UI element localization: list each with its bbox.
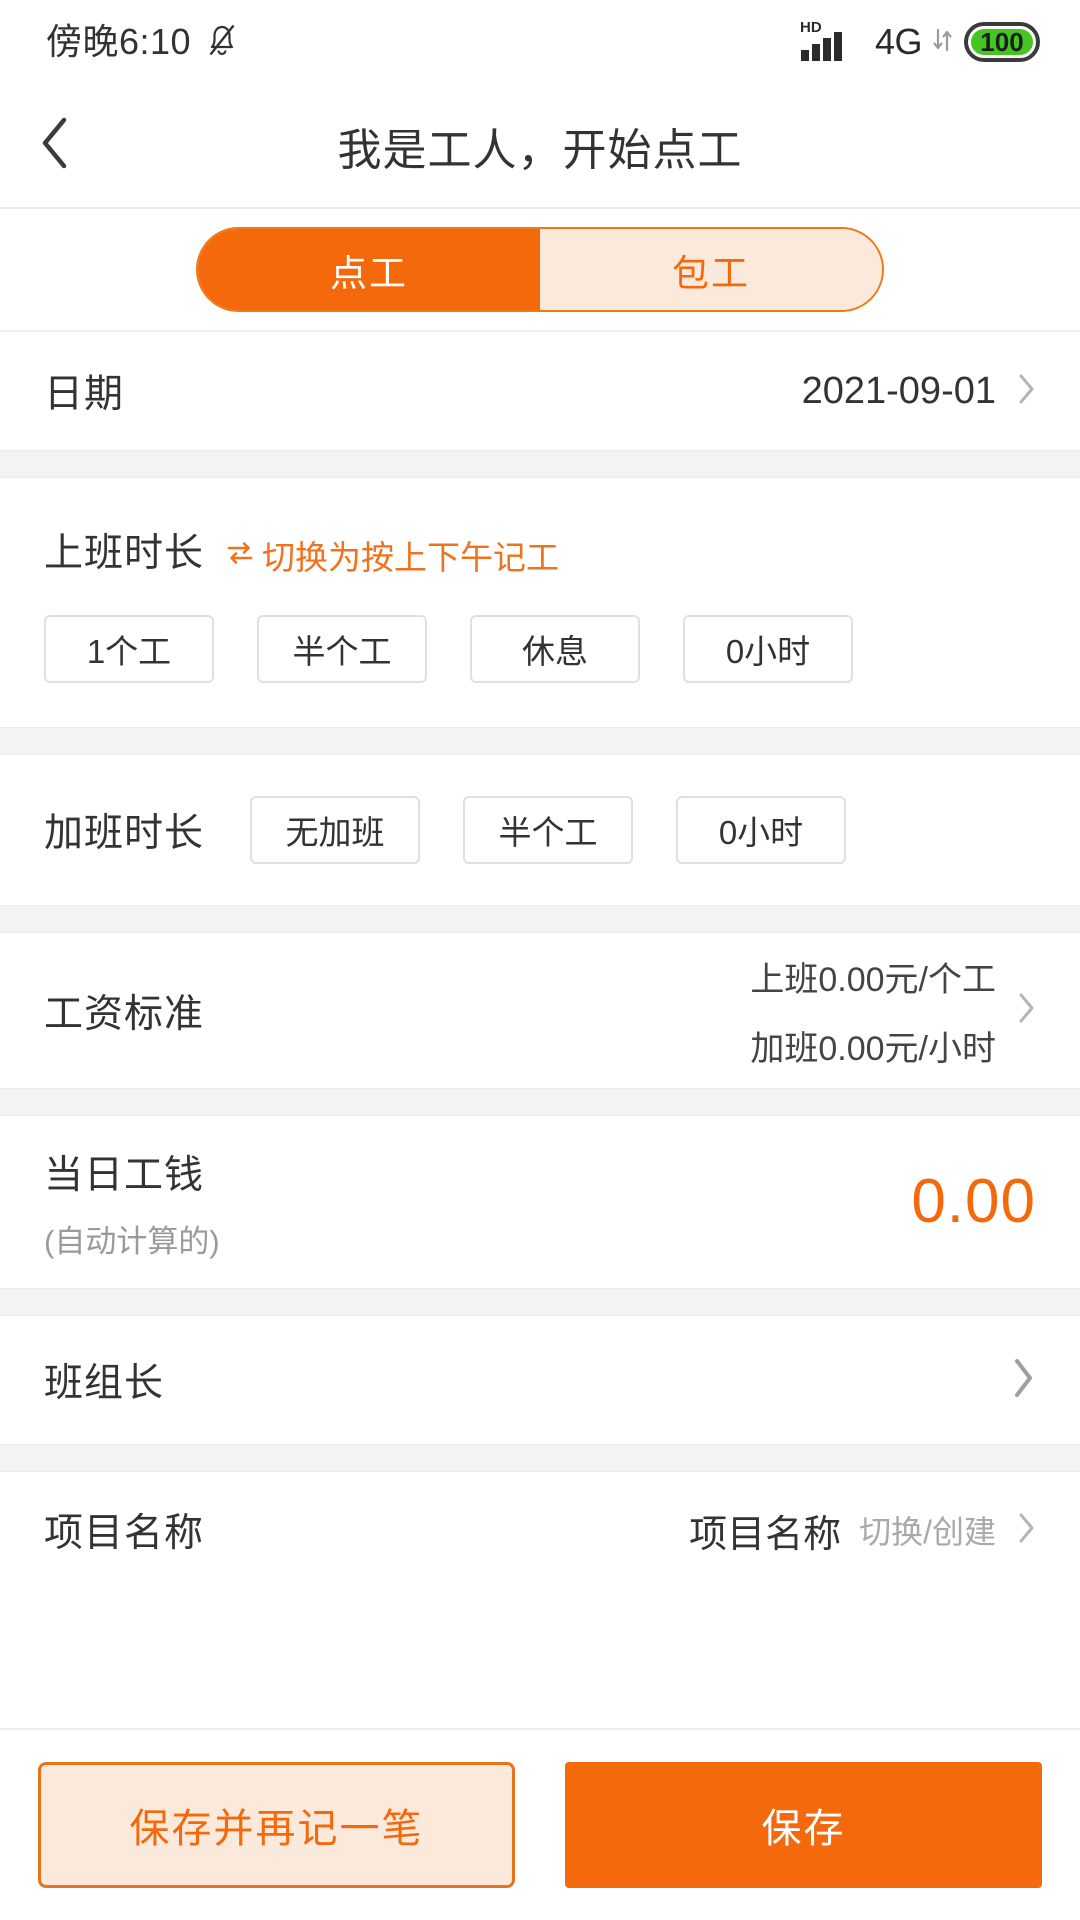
switch-to-halfday-link[interactable]: 切换为按上下午记工	[226, 531, 559, 579]
overtime-section: 加班时长 无加班 半个工 0小时	[0, 755, 1080, 905]
bottom-action-bar: 保存并再记一笔 保存	[0, 1728, 1080, 1920]
wage-overtime-value: 加班0.00元/小时	[750, 1029, 996, 1068]
wage-standard-row[interactable]: 工资标准 上班0.00元/个工 加班0.00元/小时	[0, 933, 1080, 1088]
chevron-right-icon	[1012, 1357, 1036, 1404]
work-hours-label: 上班时长	[44, 532, 205, 575]
tab-diangong[interactable]: 点工	[198, 229, 540, 310]
section-divider	[0, 1288, 1080, 1316]
section-divider	[0, 727, 1080, 755]
overtime-label: 加班时长	[44, 812, 205, 855]
status-bar-left: 傍晚6:10	[46, 22, 239, 63]
overtime-option-hours[interactable]: 0小时	[676, 796, 847, 864]
save-button[interactable]: 保存	[565, 1762, 1042, 1888]
work-option-full-day[interactable]: 1个工	[44, 615, 214, 683]
status-bar: 傍晚6:10 HD 4G 100	[0, 0, 1080, 84]
svg-text:HD: HD	[800, 19, 822, 36]
wage-regular-value: 上班0.00元/个工	[750, 960, 996, 999]
network-type-label: 4G	[874, 21, 923, 62]
chevron-left-icon	[38, 115, 72, 176]
project-name-row[interactable]: 项目名称 项目名称 切换/创建	[0, 1472, 1080, 1588]
daily-wage-labels: 当日工钱 (自动计算的)	[44, 1144, 220, 1261]
work-option-half-day[interactable]: 半个工	[257, 615, 427, 683]
nav-bar: 我是工人，开始点工	[0, 84, 1080, 209]
foreman-label: 班组长	[44, 1362, 165, 1405]
daily-wage-row: 当日工钱 (自动计算的) 0.00	[0, 1116, 1080, 1288]
work-option-rest[interactable]: 休息	[470, 615, 640, 683]
date-label: 日期	[44, 373, 125, 416]
bell-mute-icon	[205, 22, 239, 63]
battery-level-label: 100	[980, 27, 1024, 57]
wage-standard-values: 上班0.00元/个工 加班0.00元/小时	[750, 952, 996, 1070]
tab-baogong[interactable]: 包工	[540, 229, 882, 310]
work-type-tabs: 点工 包工	[0, 209, 1080, 332]
status-bar-right: HD 4G 100	[800, 17, 1040, 68]
date-value: 2021-09-01	[801, 369, 996, 412]
battery-indicator: 100	[964, 22, 1040, 62]
wage-standard-label: 工资标准	[44, 992, 205, 1036]
project-name-label: 项目名称	[44, 1512, 205, 1555]
work-hours-header: 上班时长 切换为按上下午记工	[44, 478, 1036, 579]
section-divider	[0, 905, 1080, 933]
chevron-right-icon	[1018, 992, 1036, 1029]
chevron-right-icon	[1018, 1512, 1036, 1549]
work-hours-section: 上班时长 切换为按上下午记工 1个工 半个工 休息 0小时	[0, 478, 1080, 727]
hd-signal-icon: HD	[800, 17, 866, 68]
save-and-add-another-button[interactable]: 保存并再记一笔	[38, 1762, 515, 1888]
daily-wage-amount: 0.00	[911, 1167, 1036, 1236]
daily-wage-label: 当日工钱	[44, 1153, 205, 1197]
chevron-right-icon	[1018, 373, 1036, 410]
overtime-option-none[interactable]: 无加班	[250, 796, 421, 864]
overtime-option-half-day[interactable]: 半个工	[463, 796, 634, 864]
data-transfer-icon	[931, 26, 955, 59]
back-button[interactable]	[38, 84, 128, 207]
project-switch-create-hint[interactable]: 切换/创建	[859, 1507, 996, 1553]
daily-wage-sublabel: (自动计算的)	[44, 1223, 220, 1259]
work-option-hours[interactable]: 0小时	[683, 615, 853, 683]
swap-arrows-icon	[226, 536, 254, 574]
date-row[interactable]: 日期 2021-09-01	[0, 332, 1080, 450]
foreman-row[interactable]: 班组长	[0, 1316, 1080, 1444]
section-divider	[0, 1088, 1080, 1116]
section-divider	[0, 450, 1080, 478]
work-hours-options: 1个工 半个工 休息 0小时	[44, 579, 1036, 727]
app-screen: 傍晚6:10 HD 4G 100 我是工人，开始点工 点工 包工 日期 2021…	[0, 0, 1080, 1920]
section-divider	[0, 1444, 1080, 1472]
project-name-value: 项目名称	[689, 1513, 842, 1556]
segmented-control: 点工 包工	[196, 227, 884, 312]
page-title: 我是工人，开始点工	[337, 125, 743, 175]
status-time: 傍晚6:10	[46, 21, 192, 62]
switch-link-label: 切换为按上下午记工	[262, 539, 560, 576]
